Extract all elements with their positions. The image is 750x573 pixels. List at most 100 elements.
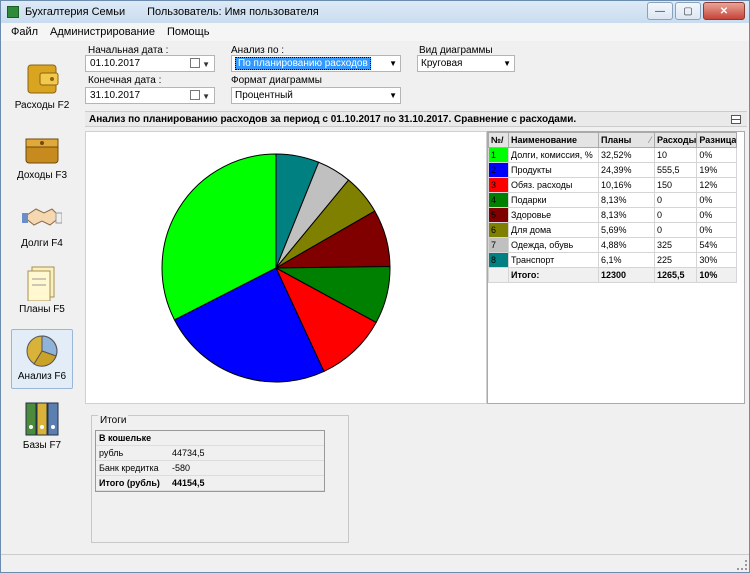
wallet-header-label: В кошельке: [99, 433, 152, 443]
sidebar-item-analysis[interactable]: Анализ F6: [11, 329, 73, 389]
table-row[interactable]: 8 Транспорт 6,1% 225 30%: [488, 252, 738, 268]
menu-admin[interactable]: Администрирование: [50, 26, 155, 38]
title-bar[interactable]: Бухгалтерия Семьи Пользователь: Имя поль…: [1, 1, 749, 23]
main-window: Бухгалтерия Семьи Пользователь: Имя поль…: [0, 0, 750, 573]
row-diff-cell: 30%: [696, 252, 738, 268]
calendar-icon[interactable]: [190, 58, 200, 68]
table-header-row: №/ Наименование Планы ⁄ Расходы Разница: [488, 132, 738, 148]
col-name-header[interactable]: Наименование: [508, 132, 599, 148]
minimize-button[interactable]: —: [647, 2, 673, 20]
col-exp-header[interactable]: Расходы: [653, 132, 698, 148]
row-num-cell: 5: [488, 207, 509, 223]
row-name-cell: Продукты: [508, 162, 599, 178]
chevron-down-icon[interactable]: ▼: [202, 89, 210, 104]
sidebar-item-plans[interactable]: Планы F5: [11, 263, 73, 323]
row-plan-cell: 5,69%: [598, 222, 655, 238]
wallet-total-value: 44154,5: [172, 478, 205, 488]
total-num-cell: [488, 267, 509, 283]
handshake-icon: [22, 199, 63, 235]
row-exp-cell: 10: [653, 147, 698, 163]
sidebar-item-label: Базы F7: [22, 440, 62, 451]
table-row[interactable]: 1 Долги, комиссия, % 32,52% 10 0%: [488, 147, 738, 163]
close-button[interactable]: ✕: [703, 2, 745, 20]
table-row[interactable]: 7 Одежда, обувь 4,88% 325 54%: [488, 237, 738, 253]
row-name-cell: Долги, комиссия, %: [508, 147, 599, 163]
total-plan-cell: 12300: [598, 267, 655, 283]
row-plan-cell: 32,52%: [598, 147, 655, 163]
row-diff-cell: 0%: [696, 147, 738, 163]
col-num-header[interactable]: №/: [488, 132, 509, 148]
end-date-field[interactable]: 31.10.2017 ▼: [85, 87, 215, 104]
calendar-icon[interactable]: [190, 90, 200, 100]
table-row[interactable]: 3 Обяз. расходы 10,16% 150 12%: [488, 177, 738, 193]
row-exp-cell: 0: [653, 222, 698, 238]
menu-help[interactable]: Помощь: [167, 26, 210, 38]
status-bar: [1, 554, 749, 572]
total-diff-cell: 10%: [696, 267, 738, 283]
wallet-row: рубль 44734,5: [96, 446, 324, 461]
table-row[interactable]: 6 Для дома 5,69% 0 0%: [488, 222, 738, 238]
chevron-down-icon[interactable]: ▼: [202, 57, 210, 72]
chart-type-select[interactable]: Круговая ▼: [417, 55, 515, 72]
row-diff-cell: 12%: [696, 177, 738, 193]
menu-file[interactable]: Файл: [11, 26, 38, 38]
binders-icon: [22, 401, 62, 437]
wallet-row-label: Банк кредитка: [99, 463, 159, 473]
plans-table: №/ Наименование Планы ⁄ Расходы Разница 1…: [488, 132, 738, 283]
chart-format-select[interactable]: Процентный ▼: [231, 87, 401, 104]
pie-chart-area: [85, 131, 487, 404]
table-row[interactable]: 5 Здоровье 8,13% 0 0%: [488, 207, 738, 223]
sidebar-item-income[interactable]: Доходы F3: [11, 129, 73, 189]
plans-table-area: №/ Наименование Планы ⁄ Расходы Разница 1…: [487, 131, 745, 404]
sidebar-item-debts[interactable]: Долги F4: [11, 197, 73, 257]
chart-type-value: Круговая: [421, 58, 463, 69]
chart-format-label: Формат диаграммы: [231, 75, 322, 86]
pie-analysis-icon: [22, 332, 62, 368]
start-date-value: 01.10.2017: [90, 58, 141, 69]
total-exp-cell: 1265,5: [653, 267, 698, 283]
grid-toggle-icon[interactable]: [731, 115, 741, 124]
col-plan-label: Планы: [601, 135, 632, 145]
maximize-button[interactable]: ▢: [675, 2, 701, 20]
row-plan-cell: 8,13%: [598, 192, 655, 208]
row-exp-cell: 150: [653, 177, 698, 193]
analysis-by-select[interactable]: По планированию расходов ▼: [231, 55, 401, 72]
wallet-row-value: -580: [172, 463, 191, 473]
wallet-table: В кошельке рубль 44734,5 Банк кредитка -58…: [95, 430, 325, 492]
end-date-label: Конечная дата :: [88, 75, 162, 86]
chevron-down-icon[interactable]: ▼: [389, 56, 397, 71]
chevron-down-icon[interactable]: ▼: [389, 88, 397, 103]
col-plan-header[interactable]: Планы ⁄: [598, 132, 655, 148]
sidebar-item-bases[interactable]: Базы F7: [11, 399, 73, 459]
row-plan-cell: 10,16%: [598, 177, 655, 193]
table-row[interactable]: 2 Продукты 24,39% 555,5 19%: [488, 162, 738, 178]
sidebar: Расходы F2 Доходы F3 Долги F4 Планы F5 А…: [5, 45, 79, 553]
wallet-income-icon: [22, 131, 62, 167]
sidebar-item-label: Анализ F6: [17, 371, 67, 382]
row-num-cell: 2: [488, 162, 509, 178]
wallet-row: Банк кредитка -580: [96, 461, 324, 476]
row-num-cell: 6: [488, 222, 509, 238]
sidebar-item-expenses[interactable]: Расходы F2: [11, 59, 73, 119]
analysis-panel: Начальная дата : 01.10.2017 ▼ Конечная д…: [81, 43, 747, 553]
pie-chart: [161, 153, 391, 383]
sort-icon: ⁄: [649, 135, 651, 145]
row-num-cell: 4: [488, 192, 509, 208]
totals-group: Итоги В кошельке рубль 44734,5 Банк креди…: [91, 415, 349, 543]
row-plan-cell: 8,13%: [598, 207, 655, 223]
row-exp-cell: 555,5: [653, 162, 698, 178]
folder-plans-icon: [22, 265, 62, 302]
resize-grip[interactable]: [737, 560, 747, 570]
col-diff-header[interactable]: Разница: [696, 132, 738, 148]
row-diff-cell: 0%: [696, 192, 738, 208]
row-diff-cell: 0%: [696, 222, 738, 238]
wallet-header: В кошельке: [96, 431, 324, 446]
start-date-field[interactable]: 01.10.2017 ▼: [85, 55, 215, 72]
chevron-down-icon[interactable]: ▼: [503, 56, 511, 71]
row-num-cell: 3: [488, 177, 509, 193]
row-name-cell: Обяз. расходы: [508, 177, 599, 193]
analysis-by-value: По планированию расходов: [235, 57, 371, 70]
row-num-cell: 7: [488, 237, 509, 253]
row-name-cell: Транспорт: [508, 252, 599, 268]
table-row[interactable]: 4 Подарки 8,13% 0 0%: [488, 192, 738, 208]
